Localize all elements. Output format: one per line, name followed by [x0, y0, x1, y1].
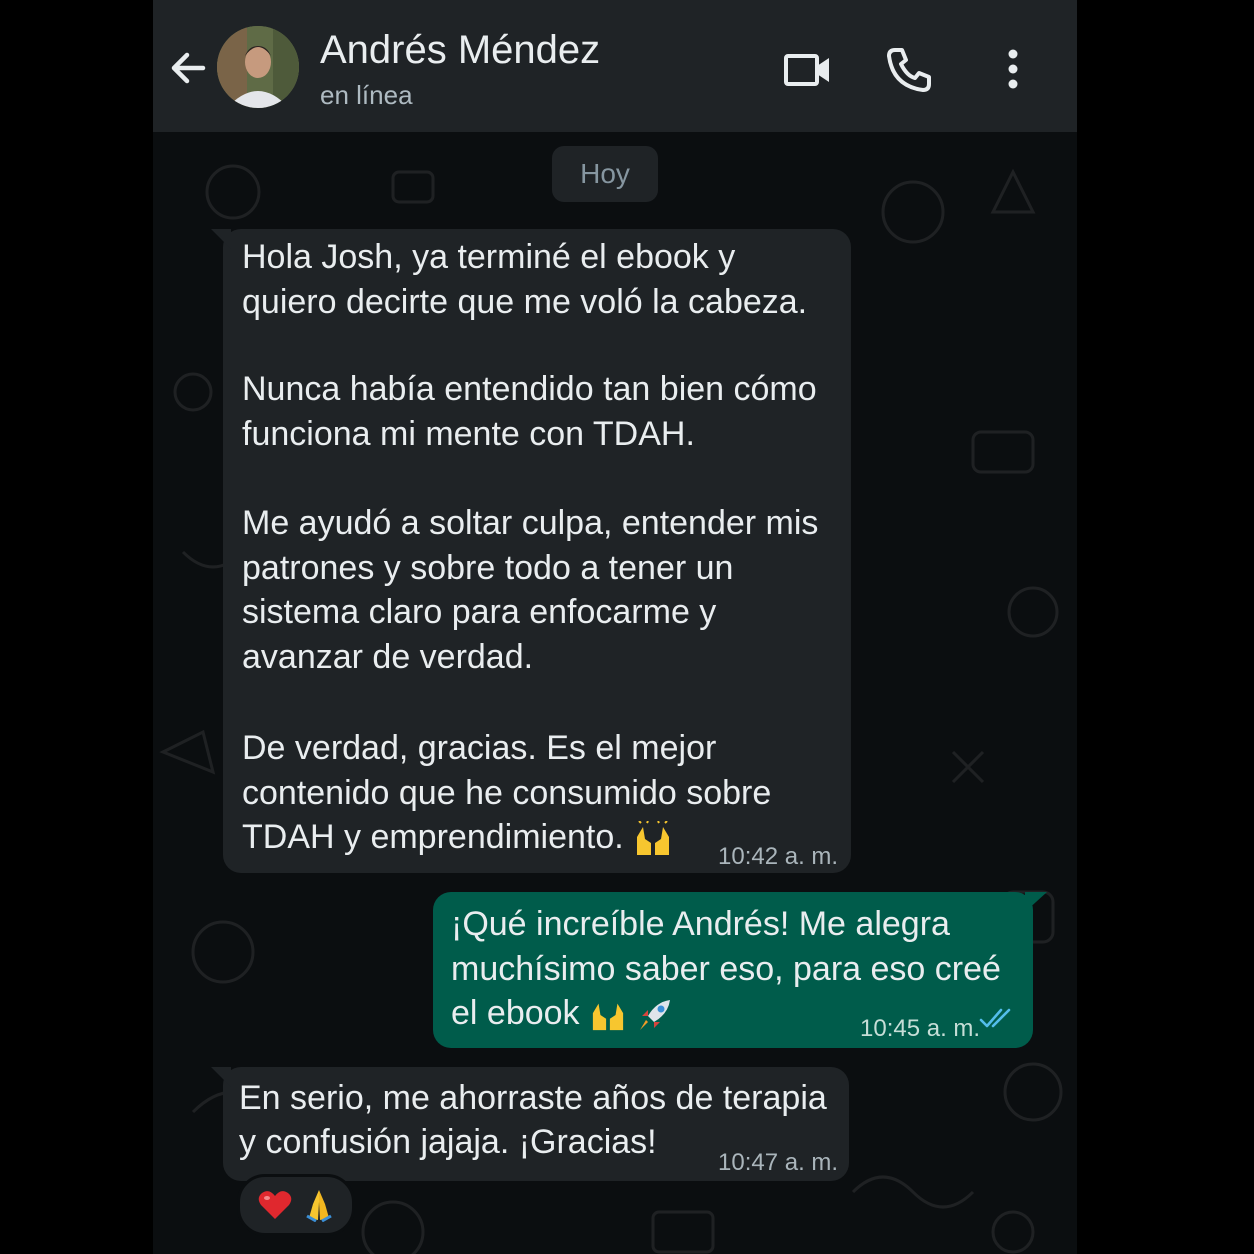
- folded-hands-emoji: [306, 1190, 332, 1222]
- message-text: el ebook: [451, 994, 580, 1032]
- incoming-message[interactable]: En serio, me ahorraste años de terapia y…: [211, 1067, 849, 1181]
- message-reactions[interactable]: [237, 1174, 355, 1236]
- message-time: 10:45 a. m.: [860, 1015, 981, 1042]
- avatar-photo: [217, 26, 299, 108]
- incoming-message[interactable]: Hola Josh, ya terminé el ebook y quiero …: [211, 229, 851, 873]
- message-paragraph: y confusión jajaja. ¡Gracias!: [239, 1123, 657, 1161]
- chat-header: Andrés Méndez en línea: [153, 0, 1077, 132]
- bubble-tail: [211, 229, 231, 249]
- message-paragraph: De verdad, gracias. Es el mejor contenid…: [242, 729, 772, 812]
- contact-name[interactable]: Andrés Méndez: [320, 28, 600, 73]
- raising-hands-emoji: [592, 1003, 624, 1031]
- bubble-tail: [211, 1067, 231, 1087]
- message-time: 10:42 a. m.: [718, 843, 839, 870]
- double-check-icon: [979, 1008, 1011, 1028]
- bubble-tail: [1025, 892, 1047, 912]
- phone-call-icon[interactable]: [883, 44, 935, 96]
- message-paragraph: Me ayudó a soltar culpa, entender mis pa…: [242, 504, 819, 676]
- message-paragraph: En serio, me ahorraste años de terapia: [239, 1079, 827, 1117]
- contact-avatar[interactable]: [217, 26, 299, 108]
- outgoing-message[interactable]: ¡Qué increíble Andrés! Me alegra muchísi…: [433, 892, 1047, 1048]
- message-last-line: el ebook: [451, 991, 674, 1036]
- more-options-icon[interactable]: [987, 44, 1039, 96]
- date-divider: Hoy: [552, 146, 658, 202]
- rocket-emoji: [640, 1000, 671, 1031]
- message-paragraph: Hola Josh, ya terminé el ebook y quiero …: [242, 238, 808, 321]
- contact-status: en línea: [320, 80, 413, 110]
- video-call-icon[interactable]: [781, 44, 833, 96]
- message-last-line: TDAH y emprendimiento.: [242, 815, 673, 860]
- message-paragraph: ¡Qué increíble Andrés! Me alegra muchísi…: [451, 905, 1001, 988]
- message-text: TDAH y emprendimiento.: [242, 818, 624, 856]
- message-paragraph: Nunca había entendido tan bien cómo func…: [242, 370, 817, 453]
- back-arrow-icon[interactable]: [167, 46, 211, 90]
- message-time: 10:47 a. m.: [718, 1149, 839, 1176]
- red-heart-emoji: [258, 1191, 292, 1219]
- raising-hands-emoji: [637, 821, 670, 856]
- chat-screen: Andrés Méndez en línea Hoy Hola Josh, ya…: [153, 0, 1077, 1254]
